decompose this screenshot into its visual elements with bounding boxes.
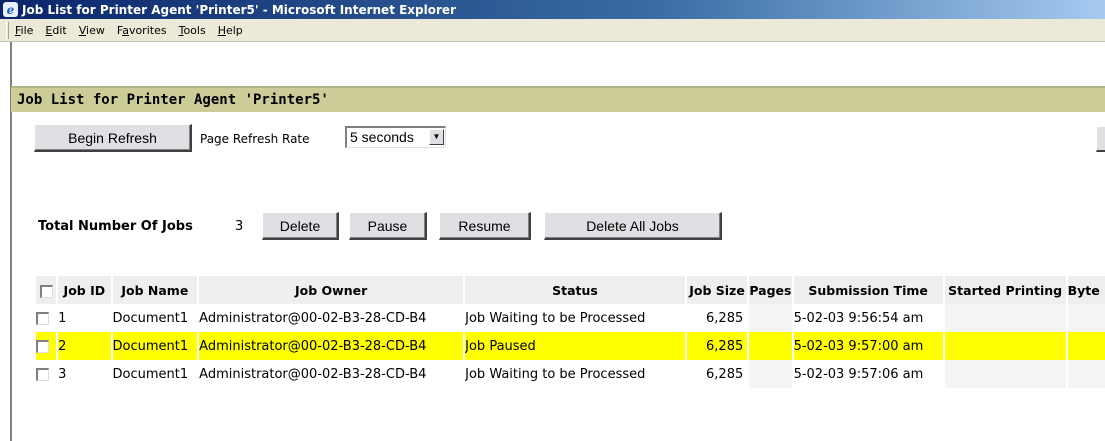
status-cell: Job Waiting to be Processed (465, 310, 646, 326)
row-checkbox[interactable] (36, 367, 49, 381)
chevron-down-icon[interactable]: ▼ (429, 129, 444, 145)
refresh-rate-value: 5 seconds (350, 129, 414, 145)
row-select-cell[interactable] (36, 304, 56, 332)
delete-all-jobs-button[interactable]: Delete All Jobs (544, 212, 722, 240)
job-name-cell: Document1 (112, 366, 189, 382)
started-printing-cell (944, 304, 1066, 332)
window-title: Job List for Printer Agent 'Printer5' - … (22, 2, 456, 17)
select-all-checkbox[interactable] (39, 284, 53, 298)
pause-button[interactable]: Pause (349, 212, 427, 240)
submission-time-cell: 5-02-03 9:56:54 am (793, 310, 924, 326)
submission-time-cell: 5-02-03 9:57:00 am (793, 332, 943, 360)
col-submission-time: Submission Time (793, 276, 943, 304)
col-started-printing: Started Printing (944, 276, 1066, 304)
refresh-rate-label: Page Refresh Rate (200, 132, 310, 146)
job-owner-cell: Administrator@00-02-B3-28-CD-B4 (199, 310, 427, 326)
pages-cell (749, 304, 792, 332)
table-row: 3 Document1 Administrator@00-02-B3-28-CD… (36, 360, 1105, 388)
menu-tools[interactable]: Tools (179, 24, 206, 37)
col-status: Status (465, 276, 685, 304)
table-row: 1 Document1 Administrator@00-02-B3-28-CD… (36, 304, 1105, 332)
refresh-rate-select[interactable]: 5 seconds ▼ (345, 126, 446, 148)
resume-button[interactable]: Resume (439, 212, 531, 240)
page-title: Job List for Printer Agent 'Printer5' (11, 86, 1105, 112)
job-owner-cell: Administrator@00-02-B3-28-CD-B4 (199, 366, 427, 382)
pages-cell (749, 332, 792, 360)
started-printing-cell (944, 360, 1066, 388)
job-table: Job ID Job Name Job Owner Status Job Siz… (34, 276, 1105, 388)
job-id-cell: 3 (58, 366, 67, 382)
job-size-cell: 6,285 (706, 366, 744, 382)
window-title-bar: e Job List for Printer Agent 'Printer5' … (0, 0, 1105, 19)
total-jobs-count: 3 (235, 219, 244, 234)
row-select-cell[interactable] (36, 360, 56, 388)
table-row: 2 Document1 Administrator@00-02-B3-28-CD… (36, 332, 1105, 360)
total-jobs-label: Total Number Of Jobs (38, 219, 193, 234)
table-header-row: Job ID Job Name Job Owner Status Job Siz… (36, 276, 1105, 304)
menu-grip (6, 21, 9, 39)
job-size-cell: 6,285 (706, 310, 744, 326)
bytes-cell (1067, 304, 1105, 332)
menu-file[interactable]: File (15, 24, 33, 37)
col-job-id: Job ID (58, 276, 111, 304)
offscreen-button-edge[interactable] (1096, 126, 1105, 152)
col-pages: Pages (749, 276, 792, 304)
menu-bar: File Edit View Favorites Tools Help (0, 19, 1105, 42)
col-bytes: Byte (1067, 276, 1105, 304)
submission-time-cell: 5-02-03 9:57:06 am (793, 366, 924, 382)
job-owner-cell: Administrator@00-02-B3-28-CD-B4 (199, 332, 464, 360)
delete-button[interactable]: Delete (262, 212, 339, 240)
col-job-size: Job Size (686, 276, 748, 304)
started-printing-cell (944, 332, 1066, 360)
row-checkbox[interactable] (36, 311, 49, 325)
job-id-cell: 2 (58, 332, 111, 360)
select-all-header[interactable] (36, 276, 57, 304)
ie-icon: e (3, 2, 18, 17)
bytes-cell (1067, 360, 1105, 388)
begin-refresh-button[interactable]: Begin Refresh (34, 124, 192, 152)
row-select-cell[interactable] (36, 332, 57, 360)
pages-cell (749, 360, 792, 388)
job-name-cell: Document1 (112, 310, 189, 326)
job-name-cell: Document1 (112, 332, 198, 360)
status-cell: Job Paused (465, 332, 685, 360)
bytes-cell (1067, 332, 1105, 360)
status-cell: Job Waiting to be Processed (465, 366, 646, 382)
menu-help[interactable]: Help (218, 24, 243, 37)
menu-favorites[interactable]: Favorites (117, 24, 167, 37)
col-job-owner: Job Owner (199, 276, 464, 304)
menu-view[interactable]: View (79, 24, 105, 37)
job-size-cell: 6,285 (686, 332, 748, 360)
row-checkbox[interactable] (36, 339, 49, 353)
col-job-name: Job Name (112, 276, 198, 304)
job-id-cell: 1 (58, 310, 67, 326)
menu-edit[interactable]: Edit (45, 24, 66, 37)
